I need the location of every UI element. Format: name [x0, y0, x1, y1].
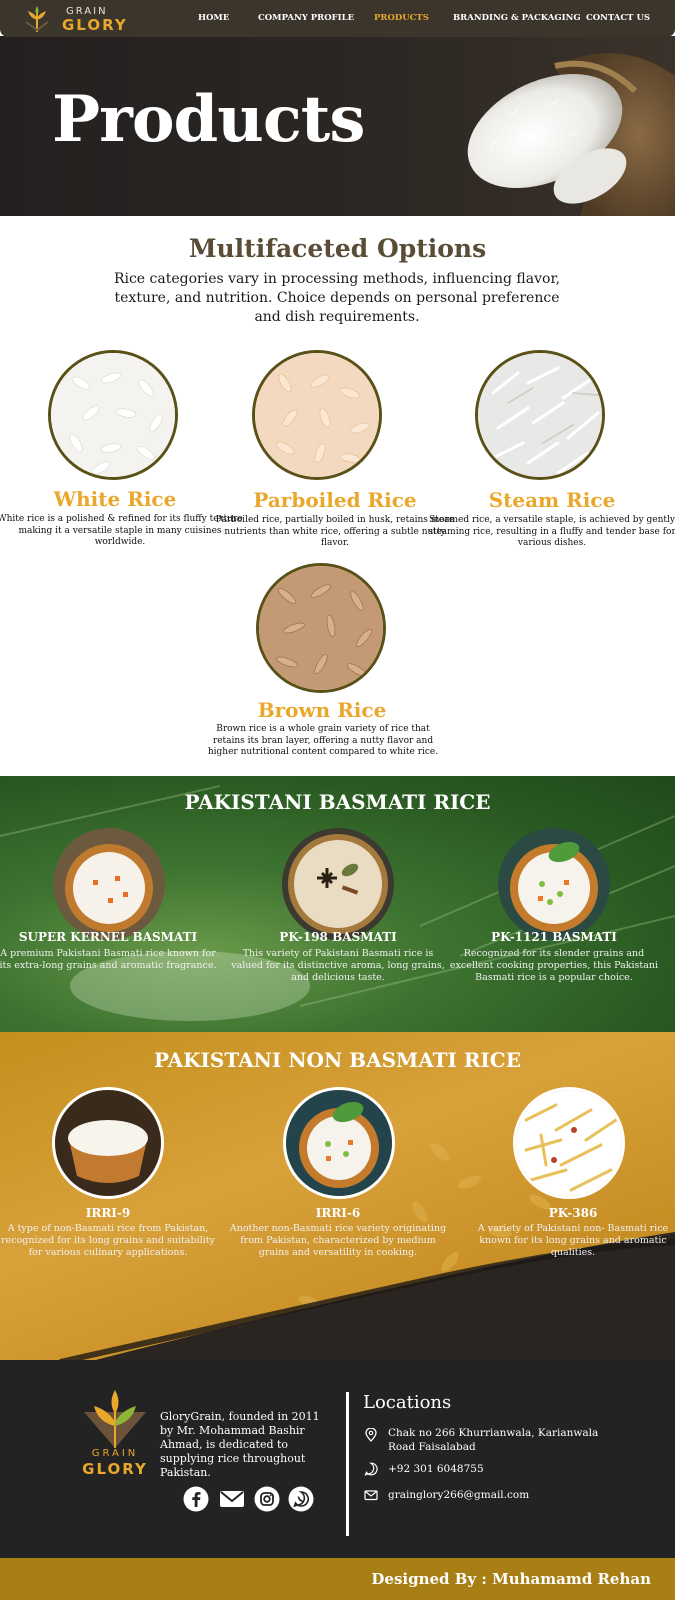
footer-logo-grain: GRAIN: [91, 1448, 139, 1459]
irri-9-image: [52, 1087, 164, 1199]
rice-desc-brown: Brown rice is a whole grain variety of r…: [207, 724, 439, 757]
pk-386-image: [513, 1087, 625, 1199]
rice-name-brown: Brown Rice: [257, 698, 387, 722]
whatsapp-small-icon: [364, 1462, 378, 1476]
basmati-name-super-kernel: SUPER KERNEL BASMATI: [18, 930, 198, 944]
wheat-logo-icon: [84, 1390, 146, 1448]
grain-background: [30, 1143, 675, 1377]
whatsapp-icon[interactable]: [288, 1486, 314, 1512]
pk-1121-basmati-image: [498, 828, 610, 940]
footer-logo[interactable]: GRAIN GLORY: [78, 1390, 152, 1480]
irri-6-image: [283, 1087, 395, 1199]
phone-text: +92 301 6048755: [388, 1463, 484, 1475]
non-basmati-desc-irri-6: Another non-Basmati rice variety origina…: [229, 1223, 447, 1258]
footer-logo-glory: GLORY: [82, 1460, 148, 1478]
wheat-logo-icon: [25, 6, 49, 32]
hero-banner: Products: [0, 36, 675, 216]
rice-name-white: White Rice: [53, 487, 177, 511]
basmati-name-pk-1121: PK-1121 BASMATI: [491, 930, 617, 944]
envelope-icon: [364, 1490, 378, 1501]
non-basmati-name-irri-9: IRRI-9: [85, 1206, 131, 1220]
non-basmati-section: PAKISTANI NON BASMATI RICE IRRI-9 A type…: [0, 1032, 675, 1377]
super-kernel-basmati-image: [53, 828, 165, 940]
logo[interactable]: GRAIN GLORY: [22, 4, 142, 34]
address-line: Chak no 266 Khurrianwala, Karianwala Roa…: [364, 1426, 614, 1456]
rice-name-steam: Steam Rice: [488, 488, 616, 512]
top-navbar: GRAIN GLORY HOME COMPANY PROFILE PRODUCT…: [0, 0, 675, 37]
basmati-section: PAKISTANI BASMATI RICE SUPER KERNEL BASM…: [0, 776, 675, 1032]
nav-products[interactable]: PRODUCTS: [374, 13, 429, 23]
section-title-options: Multifaceted Options: [188, 234, 487, 263]
rice-desc-parboiled: Parboiled rice, partially boiled in husk…: [215, 515, 455, 548]
footer: GRAIN GLORY GloryGrain, founded in 2011 …: [0, 1360, 675, 1558]
non-basmati-desc-pk-386: A variety of Pakistani non- Basmati rice…: [477, 1223, 669, 1258]
nav-branding-packaging[interactable]: BRANDING & PACKAGING: [453, 13, 581, 23]
basmati-name-pk-198: PK-198 BASMATI: [279, 930, 397, 944]
rice-sack-image: [467, 53, 675, 216]
steam-rice-image: [475, 350, 605, 480]
credit-bar: Designed By : Muhamamd Rehan: [0, 1558, 675, 1600]
nav-home[interactable]: HOME: [198, 13, 229, 23]
address-text: Chak no 266 Khurrianwala, Karianwala Roa…: [388, 1427, 599, 1453]
non-basmati-desc-irri-9: A type of non-Basmati rice from Pakistan…: [1, 1223, 215, 1258]
footer-about-text: GloryGrain, founded in 2011 by Mr. Moham…: [160, 1410, 320, 1479]
designer-credit: Designed By : Muhamamd Rehan: [371, 1570, 651, 1588]
parboiled-rice-image: [252, 350, 382, 480]
brown-rice-image: [256, 563, 386, 693]
location-pin-icon: [365, 1428, 377, 1442]
white-rice-image: [48, 350, 178, 480]
nav-contact-us[interactable]: CONTACT US: [586, 13, 650, 23]
basmati-desc-pk-1121: Recognized for its slender grains and ex…: [449, 948, 659, 983]
options-description: Rice categories vary in processing metho…: [113, 271, 561, 325]
email-text: grainglory266@gmail.com: [388, 1489, 530, 1501]
basmati-desc-super-kernel: A premium Pakistani Basmati rice known f…: [0, 948, 217, 971]
mail-icon[interactable]: [219, 1486, 245, 1512]
email-line[interactable]: grainglory266@gmail.com: [364, 1488, 614, 1502]
phone-line[interactable]: +92 301 6048755: [364, 1462, 614, 1476]
section-title-basmati: PAKISTANI BASMATI RICE: [184, 790, 491, 814]
non-basmati-name-pk-386: PK-386: [548, 1206, 598, 1220]
facebook-icon[interactable]: [183, 1486, 209, 1512]
page-title: Products: [52, 82, 365, 157]
basmati-desc-pk-198: This variety of Pakistani Basmati rice i…: [231, 948, 445, 983]
instagram-icon[interactable]: [254, 1486, 280, 1512]
footer-divider: [346, 1392, 349, 1536]
section-title-non-basmati: PAKISTANI NON BASMATI RICE: [154, 1048, 521, 1072]
locations-title: Locations: [363, 1392, 452, 1413]
rice-desc-white: White rice is a polished & refined for i…: [0, 514, 243, 547]
logo-glory-text: GLORY: [62, 16, 128, 34]
rice-desc-steam: Steamed rice, a versatile staple, is ach…: [428, 515, 675, 548]
non-basmati-name-irri-6: IRRI-6: [315, 1206, 361, 1220]
pk-198-basmati-image: [282, 828, 394, 940]
rice-name-parboiled: Parboiled Rice: [253, 488, 417, 512]
nav-company-profile[interactable]: COMPANY PROFILE: [258, 13, 354, 23]
